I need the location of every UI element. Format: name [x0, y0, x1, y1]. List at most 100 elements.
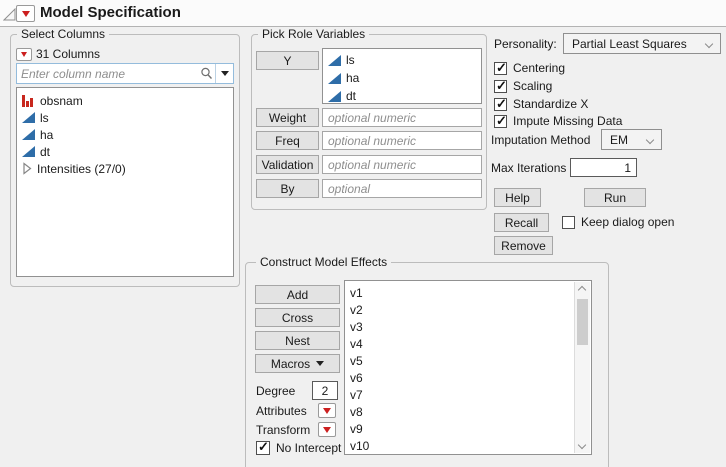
continuous-icon	[328, 73, 341, 84]
help-button[interactable]: Help	[494, 188, 541, 207]
impute-missing-label: Impute Missing Data	[513, 114, 622, 128]
impute-missing-row: Impute Missing Data	[494, 114, 622, 128]
chevron-down-icon	[646, 136, 654, 144]
transform-red-triangle-button[interactable]	[318, 422, 336, 437]
transform-label: Transform	[256, 423, 310, 437]
by-input[interactable]	[323, 180, 481, 197]
standardize-x-row: Standardize X	[494, 97, 588, 111]
degree-input[interactable]	[313, 382, 337, 399]
attributes-red-triangle-button[interactable]	[318, 403, 336, 418]
by-role-button[interactable]: By	[256, 179, 319, 198]
run-button[interactable]: Run	[584, 188, 646, 207]
page-title: Model Specification	[40, 4, 181, 21]
scaling-label: Scaling	[513, 79, 552, 93]
y-variable: ha	[346, 71, 359, 85]
scaling-checkbox[interactable]	[494, 80, 507, 93]
freq-role-button[interactable]: Freq	[256, 131, 319, 150]
expand-arrow-icon[interactable]	[22, 162, 32, 175]
effect-item[interactable]: v7	[345, 386, 591, 403]
cross-button[interactable]: Cross	[255, 308, 340, 327]
effect-item[interactable]: v9	[345, 420, 591, 437]
list-item[interactable]: ls	[17, 109, 233, 126]
effects-scrollbar[interactable]	[574, 282, 590, 453]
effect-item[interactable]: v2	[345, 301, 591, 318]
personality-label: Personality:	[494, 37, 557, 51]
weight-role-button[interactable]: Weight	[256, 108, 319, 127]
nest-button[interactable]: Nest	[255, 331, 340, 350]
remove-button[interactable]: Remove	[494, 236, 553, 255]
y-variable: ls	[346, 53, 355, 67]
list-item[interactable]: ha	[17, 126, 233, 143]
degree-label: Degree	[256, 384, 295, 398]
weight-input[interactable]	[323, 109, 481, 126]
centering-label: Centering	[513, 61, 565, 75]
red-triangle-icon	[21, 52, 27, 57]
report-header: Model Specification	[0, 0, 726, 27]
no-intercept-label: No Intercept	[276, 441, 341, 455]
list-item[interactable]: obsnam	[17, 92, 233, 109]
centering-row: Centering	[494, 61, 565, 75]
effect-item[interactable]: v10	[345, 437, 591, 454]
select-columns-label: Select Columns	[17, 27, 109, 41]
columns-red-triangle-button[interactable]	[16, 48, 32, 61]
max-iterations-input[interactable]	[571, 159, 636, 176]
effect-item[interactable]: v6	[345, 369, 591, 386]
y-variable: dt	[346, 89, 356, 103]
max-iterations-label: Max Iterations	[491, 161, 566, 175]
no-intercept-row: No Intercept	[256, 441, 341, 455]
column-name: ls	[40, 111, 49, 125]
scrollbar-thumb[interactable]	[577, 299, 588, 345]
search-filter-dropdown[interactable]	[216, 64, 233, 83]
no-intercept-checkbox[interactable]	[256, 441, 270, 455]
standardize-x-label: Standardize X	[513, 97, 588, 111]
recall-button[interactable]: Recall	[494, 213, 549, 232]
column-name: ha	[40, 128, 53, 142]
personality-select[interactable]: Partial Least Squares	[563, 33, 721, 54]
effect-item[interactable]: v3	[345, 318, 591, 335]
list-item[interactable]: dt	[323, 87, 481, 104]
column-name: dt	[40, 145, 50, 159]
effects-listbox: v1 v2 v3 v4 v5 v6 v7 v8 v9 v10	[344, 280, 592, 455]
column-search-box	[16, 63, 234, 84]
freq-input[interactable]	[323, 132, 481, 149]
red-triangle-menu-button[interactable]	[16, 5, 35, 22]
pick-roles-label: Pick Role Variables	[258, 27, 369, 41]
y-role-button[interactable]: Y	[256, 51, 319, 70]
by-field	[322, 179, 482, 198]
degree-field	[312, 381, 338, 400]
red-triangle-icon	[22, 11, 30, 17]
scroll-down-icon[interactable]	[578, 441, 586, 449]
continuous-icon	[22, 146, 35, 157]
freq-field	[322, 131, 482, 150]
centering-checkbox[interactable]	[494, 62, 507, 75]
imputation-method-select[interactable]: EM	[601, 129, 662, 150]
y-roles-listbox: ls ha dt	[322, 48, 482, 104]
disclosure-triangle-icon[interactable]	[3, 8, 16, 21]
effect-item[interactable]: v8	[345, 403, 591, 420]
red-triangle-icon	[323, 427, 331, 433]
impute-missing-checkbox[interactable]	[494, 115, 507, 128]
nominal-bars-icon	[22, 94, 35, 107]
macros-button[interactable]: Macros	[255, 354, 340, 373]
add-button[interactable]: Add	[255, 285, 340, 304]
validation-role-button[interactable]: Validation	[256, 155, 319, 174]
weight-field	[322, 108, 482, 127]
list-item[interactable]: Intensities (27/0)	[17, 160, 233, 177]
standardize-x-checkbox[interactable]	[494, 98, 507, 111]
scroll-up-icon[interactable]	[578, 286, 586, 294]
validation-input[interactable]	[323, 156, 481, 173]
column-search-input[interactable]	[17, 67, 200, 81]
column-group-name: Intensities (27/0)	[37, 162, 126, 176]
macros-label: Macros	[271, 357, 310, 371]
list-item[interactable]: dt	[17, 143, 233, 160]
columns-count: 31 Columns	[36, 47, 100, 61]
scaling-row: Scaling	[494, 79, 552, 93]
effect-item[interactable]: v4	[345, 335, 591, 352]
columns-listbox: obsnam ls ha dt Intensities (27/0)	[16, 87, 234, 277]
keep-dialog-checkbox[interactable]	[562, 216, 575, 229]
list-item[interactable]: ha	[323, 69, 481, 87]
personality-value: Partial Least Squares	[572, 37, 687, 51]
effect-item[interactable]: v1	[345, 284, 591, 301]
effect-item[interactable]: v5	[345, 352, 591, 369]
list-item[interactable]: ls	[323, 51, 481, 69]
